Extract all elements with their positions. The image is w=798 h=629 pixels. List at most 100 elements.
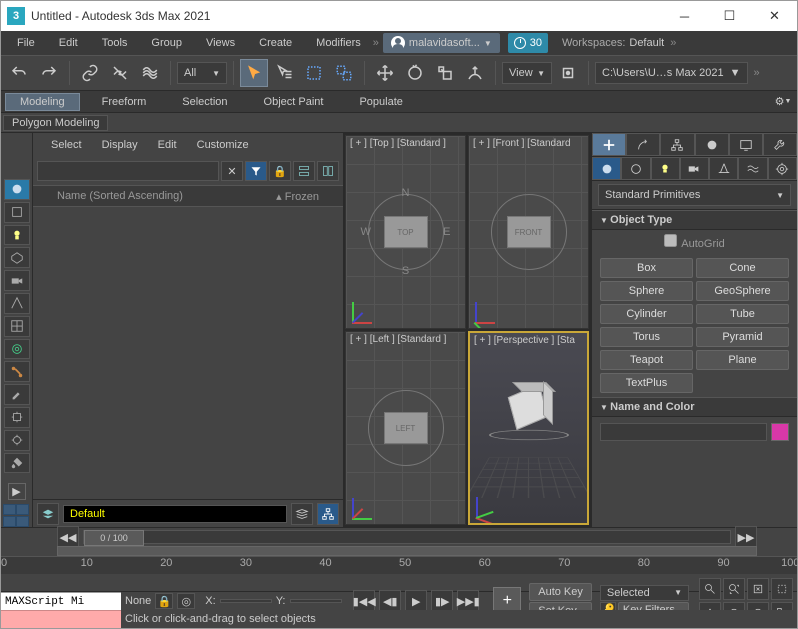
- zoom-button[interactable]: [699, 578, 721, 600]
- key-mode-dropdown[interactable]: Selected▼: [600, 585, 689, 601]
- unlink-button[interactable]: [106, 59, 134, 87]
- rail-bone-icon[interactable]: [4, 361, 30, 382]
- cmd-tab-hierarchy[interactable]: [660, 133, 694, 156]
- ribbon-tab-populate[interactable]: Populate: [345, 93, 416, 111]
- close-button[interactable]: ✕: [752, 1, 797, 31]
- rail-misc1-icon[interactable]: [4, 407, 30, 428]
- obj-cylinder-button[interactable]: Cylinder: [600, 304, 693, 324]
- redo-button[interactable]: [35, 59, 63, 87]
- sub-helpers-icon[interactable]: [709, 157, 738, 180]
- obj-geosphere-button[interactable]: GeoSphere: [696, 281, 789, 301]
- select-place-button[interactable]: [461, 59, 489, 87]
- sub-systems-icon[interactable]: [768, 157, 797, 180]
- polygon-modeling-tab[interactable]: Polygon Modeling: [3, 115, 108, 131]
- rail-paint-icon[interactable]: [4, 384, 30, 405]
- sub-cameras-icon[interactable]: [680, 157, 709, 180]
- goto-start-button[interactable]: ▮◀◀: [353, 590, 375, 612]
- time-slider-thumb[interactable]: 0 / 100: [84, 530, 144, 546]
- goto-end-button[interactable]: ▶▶▮: [457, 590, 479, 612]
- viewcube-front[interactable]: FRONT: [507, 216, 551, 248]
- ref-coord-dropdown[interactable]: View▼: [502, 62, 552, 84]
- sub-lights-icon[interactable]: [651, 157, 680, 180]
- scene-col-frozen[interactable]: ▴ Frozen: [276, 190, 319, 203]
- viewport-layout-button[interactable]: [3, 504, 31, 527]
- obj-teapot-button[interactable]: Teapot: [600, 350, 693, 370]
- undo-button[interactable]: [5, 59, 33, 87]
- zoom-region-button[interactable]: [771, 578, 793, 600]
- user-chip[interactable]: malavidasoft... ▼: [383, 33, 500, 53]
- scene-tree[interactable]: [33, 207, 343, 499]
- scene-col-name[interactable]: Name (Sorted Ascending): [57, 190, 276, 202]
- scene-menu-select[interactable]: Select: [41, 139, 92, 151]
- menu-edit[interactable]: Edit: [47, 31, 90, 55]
- scene-filter-button[interactable]: [245, 161, 267, 181]
- scene-menu-customize[interactable]: Customize: [187, 139, 259, 151]
- cmd-tab-create[interactable]: [592, 133, 626, 156]
- scene-menu-display[interactable]: Display: [92, 139, 148, 151]
- x-coord-input[interactable]: [220, 599, 272, 603]
- rollout-name-color[interactable]: Name and Color: [592, 397, 797, 417]
- obj-textplus-button[interactable]: TextPlus: [600, 373, 693, 393]
- maxscript-listener[interactable]: MAXScript Mi: [1, 592, 121, 610]
- obj-sphere-button[interactable]: Sphere: [600, 281, 693, 301]
- menu-views[interactable]: Views: [194, 31, 247, 55]
- scene-search-input[interactable]: [37, 161, 219, 181]
- project-path[interactable]: C:\Users\U…s Max 2021▼: [595, 62, 748, 84]
- select-rotate-button[interactable]: [401, 59, 429, 87]
- obj-cone-button[interactable]: Cone: [696, 258, 789, 278]
- time-slider-track[interactable]: 0 / 100: [83, 530, 731, 544]
- rail-expand-button[interactable]: ▶: [8, 483, 26, 500]
- object-name-input[interactable]: [600, 423, 767, 441]
- object-color-swatch[interactable]: [771, 423, 789, 441]
- category-dropdown[interactable]: Standard Primitives▼: [598, 184, 791, 206]
- cmd-tab-display[interactable]: [729, 133, 763, 156]
- lock-selection-button[interactable]: 🔒: [155, 593, 173, 609]
- next-frame-button[interactable]: ▮▶: [431, 590, 453, 612]
- play-button[interactable]: ▶: [405, 590, 427, 612]
- ribbon-tab-freeform[interactable]: Freeform: [88, 93, 161, 111]
- rect-select-button[interactable]: [300, 59, 328, 87]
- rollout-object-type[interactable]: Object Type: [592, 210, 797, 230]
- zoom-extents-button[interactable]: [747, 578, 769, 600]
- sub-shapes-icon[interactable]: [621, 157, 650, 180]
- rail-target-icon[interactable]: [4, 339, 30, 360]
- use-pivot-button[interactable]: [554, 59, 582, 87]
- obj-tube-button[interactable]: Tube: [696, 304, 789, 324]
- bind-spacewarp-button[interactable]: [136, 59, 164, 87]
- sub-geometry-icon[interactable]: [592, 157, 621, 180]
- rail-camera-icon[interactable]: [4, 270, 30, 291]
- rail-geometry-icon[interactable]: [4, 202, 30, 223]
- rail-geo2-icon[interactable]: [4, 247, 30, 268]
- scene-view2-button[interactable]: [317, 161, 339, 181]
- menu-group[interactable]: Group: [139, 31, 194, 55]
- select-object-button[interactable]: [240, 59, 268, 87]
- menu-tools[interactable]: Tools: [90, 31, 140, 55]
- selection-filter-dropdown[interactable]: All▼: [177, 62, 227, 84]
- rail-helper-icon[interactable]: [4, 293, 30, 314]
- viewport-perspective[interactable]: [ + ] [Perspective ] [Sta: [468, 331, 589, 525]
- select-scale-button[interactable]: [431, 59, 459, 87]
- cmd-tab-utilities[interactable]: [763, 133, 797, 156]
- layer-active[interactable]: Default: [63, 505, 287, 523]
- rail-sphere-icon[interactable]: [4, 179, 30, 200]
- timeline-next-button[interactable]: ▶▶: [735, 526, 757, 548]
- rail-grid-icon[interactable]: [4, 316, 30, 337]
- autogrid-checkbox[interactable]: AutoGrid: [664, 238, 724, 250]
- window-crossing-button[interactable]: [330, 59, 358, 87]
- viewport-top[interactable]: [ + ] [Top ] [Standard ] TOP N S W E: [345, 135, 466, 329]
- ribbon-config-button[interactable]: ⚙▼: [773, 93, 793, 111]
- cmd-tab-modify[interactable]: [626, 133, 660, 156]
- ribbon-tab-object-paint[interactable]: Object Paint: [250, 93, 338, 111]
- viewcube-left[interactable]: LEFT: [384, 412, 428, 444]
- menu-create[interactable]: Create: [247, 31, 304, 55]
- autokey-button[interactable]: Auto Key: [529, 583, 592, 601]
- zoom-all-button[interactable]: [723, 578, 745, 600]
- layer-hier-button[interactable]: [317, 503, 339, 525]
- menu-modifiers[interactable]: Modifiers: [304, 31, 373, 55]
- workspace-dropdown[interactable]: Default: [629, 37, 664, 49]
- minimize-button[interactable]: ─: [662, 1, 707, 31]
- ribbon-tab-selection[interactable]: Selection: [168, 93, 241, 111]
- link-button[interactable]: [76, 59, 104, 87]
- maximize-button[interactable]: ☐: [707, 1, 752, 31]
- rail-misc2-icon[interactable]: [4, 430, 30, 451]
